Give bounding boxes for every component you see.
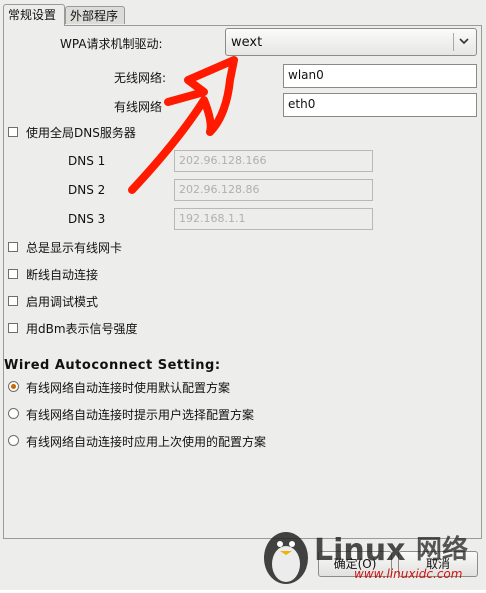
watermark-site: 网络 — [416, 534, 468, 565]
watermark-url: www.linuxidc.com — [354, 567, 462, 581]
linuxidc-watermark: Linux 网络 www.linuxidc.com — [250, 518, 486, 590]
red-annotation-arrow — [128, 56, 238, 194]
tux-logo-icon: Linux 网络 www.linuxidc.com — [264, 532, 468, 584]
watermark-brand: Linux — [314, 533, 405, 568]
tab-general[interactable]: 常规设置 — [3, 4, 65, 26]
